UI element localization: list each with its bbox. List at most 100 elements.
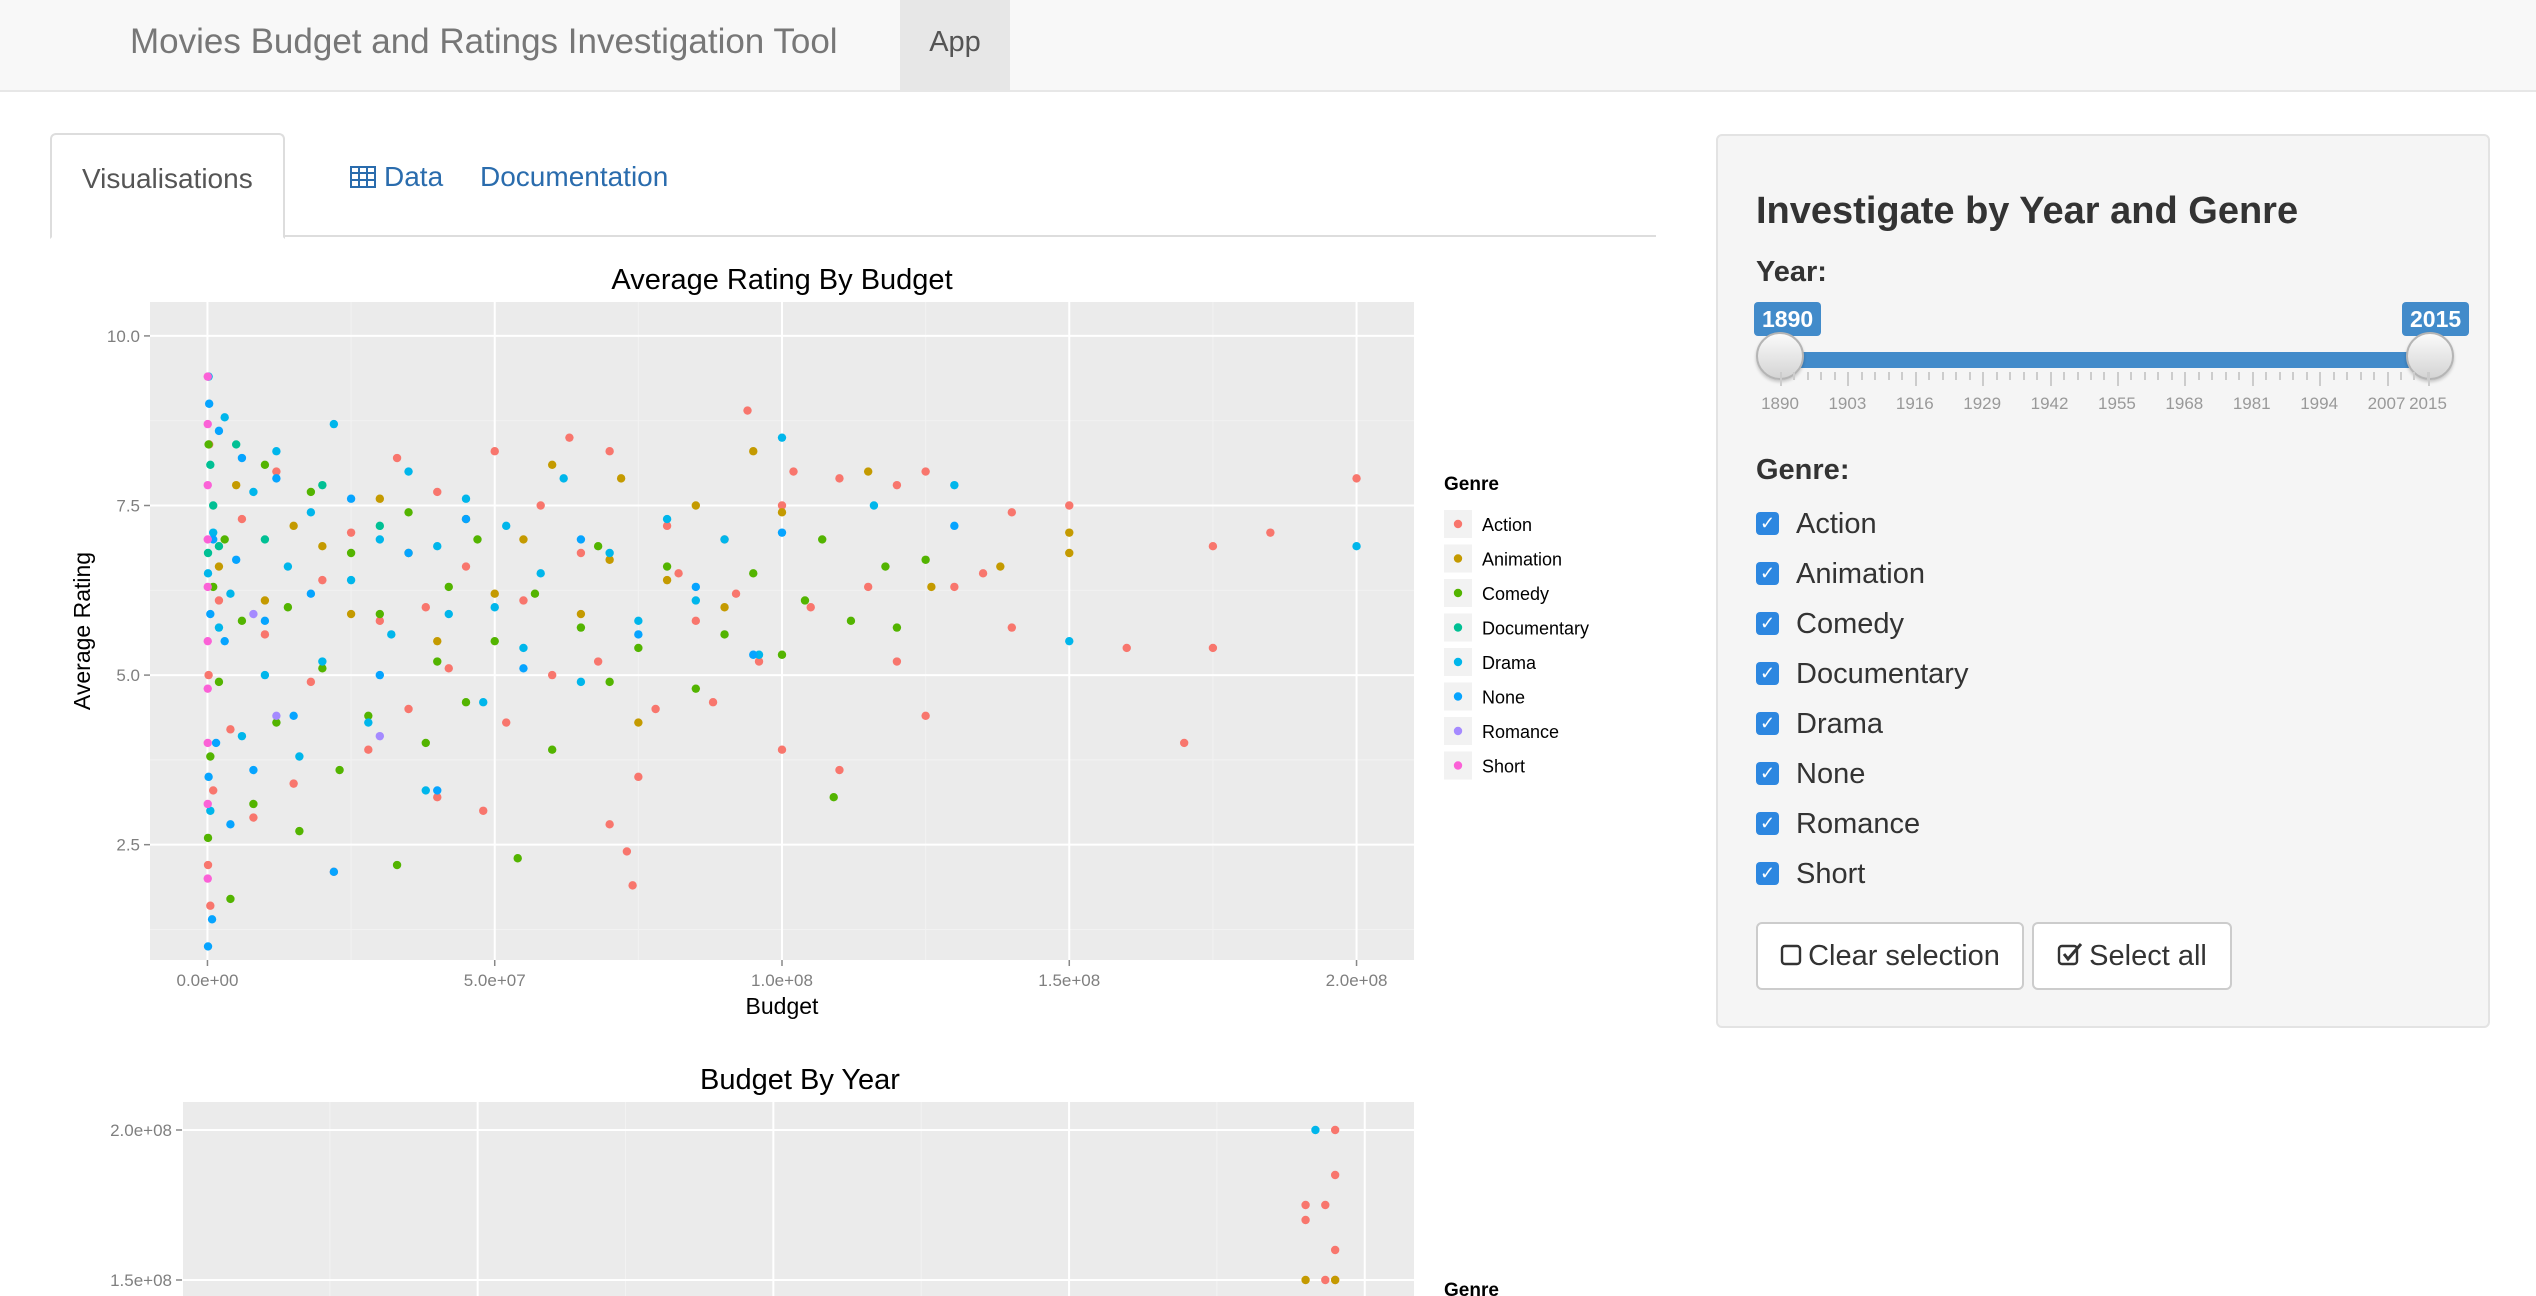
legend-key-action [1453,519,1463,529]
checkbox[interactable]: ✓ [1756,662,1779,685]
legend-label: Short [1482,757,1525,777]
data-point-drama [691,596,701,605]
slider-minor-tick [2197,372,2200,380]
data-point-action [214,596,224,605]
checkbox[interactable]: ✓ [1756,812,1779,835]
data-point-drama [387,630,396,639]
data-point-comedy [203,833,213,843]
data-point-drama [720,535,729,544]
data-point-animation [1065,528,1074,537]
data-point-action [576,548,586,558]
checkbox[interactable]: ✓ [1756,512,1779,535]
data-point-none [346,494,356,503]
x-tick-label: 2.0e+08 [1326,971,1388,990]
slider-tick-label: 1955 [2098,394,2136,413]
data-point-drama [950,480,959,490]
tab-documentation[interactable]: Documentation [450,133,698,237]
data-point-drama [237,731,247,741]
slider-tick-label: 1890 [1761,394,1799,413]
clear-selection-button[interactable]: Clear selection [1756,922,2024,990]
data-point-action [1266,528,1275,537]
data-point-romance [272,711,281,720]
data-point-comedy [306,487,316,497]
data-point-action [731,589,741,598]
data-point-drama [226,589,235,598]
data-point-drama [559,474,568,483]
data-point-drama [283,562,293,571]
y-axis-title: Average Rating [69,552,95,710]
data-point-drama [576,677,586,687]
data-point-short [203,684,212,693]
data-point-drama [346,575,356,585]
data-point-drama [214,623,224,632]
tab-label: Visualisations [82,163,253,194]
x-tick-label: 1.5e+08 [1038,971,1100,990]
data-point-none [203,942,213,951]
y-tick-label: 1.5e+08 [110,1271,172,1290]
legend-title: Genre [1444,474,1499,495]
data-point-short [203,480,212,490]
clear-selection-label: Clear selection [1808,940,2000,972]
data-point-documentary [260,535,270,544]
slider-minor-tick [1793,372,1796,380]
checkbox[interactable]: ✓ [1756,862,1779,885]
slider-minor-tick [2265,372,2268,380]
checkbox-label: None [1796,758,1866,790]
data-point-comedy [335,765,344,775]
data-point-action [260,630,270,639]
slider-minor-tick [2305,372,2308,380]
legend-key-romance [1453,726,1463,736]
data-point-drama [1311,1125,1320,1135]
checkbox-label: Action [1796,508,1877,540]
data-point-action [892,657,902,666]
slider-major-tick [2319,372,2322,386]
checkbox[interactable]: ✓ [1756,712,1779,735]
slider-minor-tick [2224,372,2227,380]
data-point-none [260,616,270,626]
data-point-short [203,799,212,809]
data-point-comedy [881,562,890,571]
data-point-comedy [214,677,224,687]
data-point-action [1065,501,1074,510]
legend-key-short [1453,761,1463,770]
data-point-animation [749,447,758,456]
data-point-drama [203,569,213,578]
data-point-comedy [691,684,701,693]
data-point-action [1007,623,1017,632]
data-point-documentary [318,480,327,490]
checkbox[interactable]: ✓ [1756,612,1779,635]
data-point-documentary [206,460,215,470]
year-slider-track[interactable] [1776,352,2426,368]
data-point-comedy [295,826,304,836]
data-point-comedy [846,616,856,626]
data-point-animation [927,582,936,592]
year-slider-ticks: 1890 1903 1916 1929 1942 1955 1968 1981 1994 2007… [1718,372,2492,432]
data-point-action [691,616,701,626]
nav-app-link[interactable]: App [900,0,1010,92]
checked-checkbox-icon [2057,925,2083,989]
y-tick-label: 2.0e+08 [110,1121,172,1140]
slider-tick-label: 1929 [1963,394,2002,413]
data-point-action [306,677,316,687]
app-brand-title[interactable]: Movies Budget and Ratings Investigation … [130,0,838,92]
data-point-comedy [404,508,413,517]
data-point-none [691,582,701,592]
data-point-drama [1352,542,1361,551]
data-point-comedy [513,854,522,863]
checkbox-label: Drama [1796,708,1884,740]
data-point-animation [691,501,701,510]
slider-tick-label: 1968 [2165,394,2204,413]
tab-visualisations[interactable]: Visualisations [50,133,285,239]
checkbox[interactable]: ✓ [1756,762,1779,785]
select-all-button[interactable]: Select all [2032,922,2232,990]
data-point-drama [502,521,511,531]
data-point-drama [605,548,614,558]
data-point-action [404,704,413,714]
slider-minor-tick [2022,372,2025,380]
checkbox-label: Romance [1796,808,1921,840]
data-point-comedy [433,657,442,666]
checkbox[interactable]: ✓ [1756,562,1779,585]
slider-minor-tick [2103,372,2106,380]
data-point-drama [375,535,385,544]
data-point-action [444,664,453,673]
